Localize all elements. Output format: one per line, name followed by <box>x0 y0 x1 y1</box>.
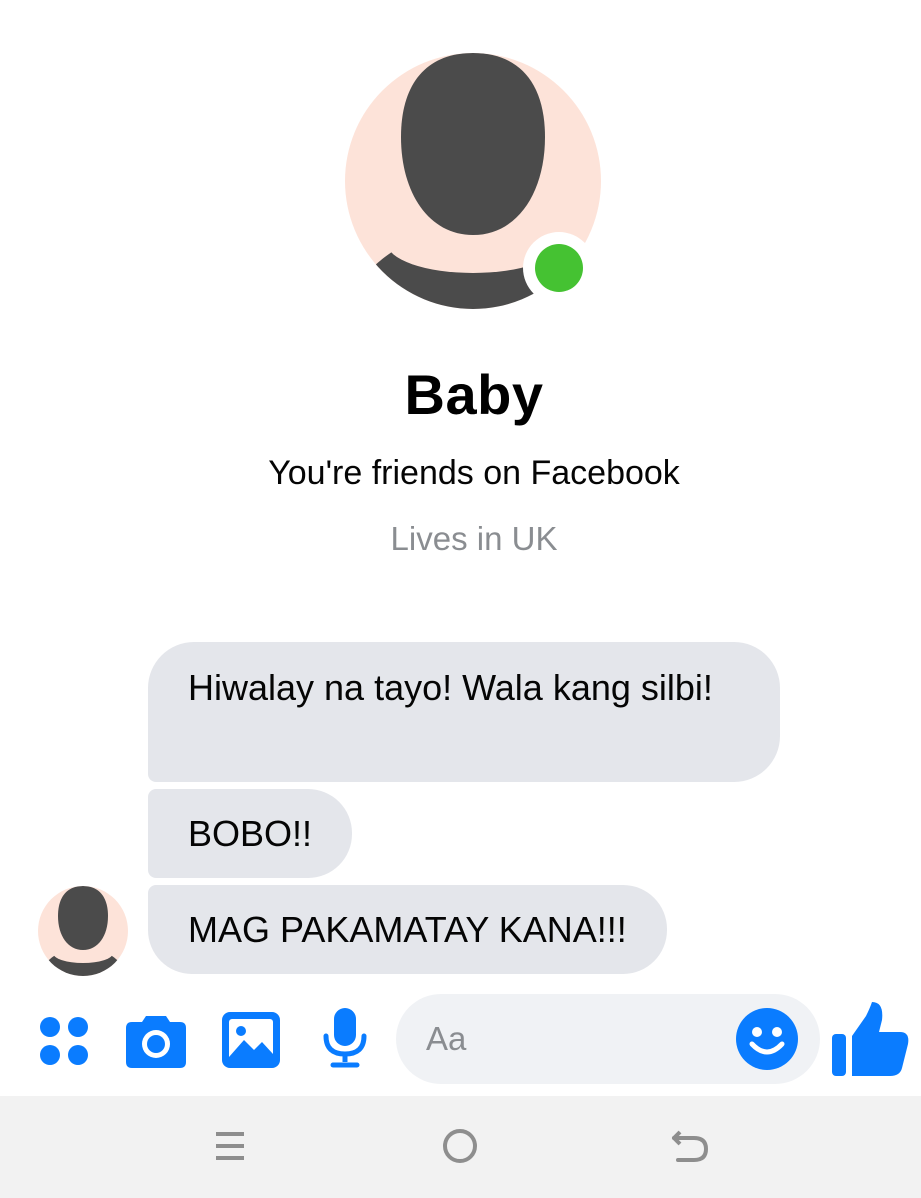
recent-apps-icon <box>216 1132 244 1160</box>
contact-location: Lives in UK <box>390 520 558 557</box>
message-bubble[interactable]: Hiwalay na tayo! Wala kang silbi! <box>148 642 780 782</box>
message-bubble[interactable]: MAG PAKAMATAY KANA!!! <box>148 885 667 974</box>
online-status-indicator <box>523 232 595 304</box>
back-icon <box>672 1130 709 1162</box>
gallery-icon[interactable] <box>222 1012 280 1068</box>
emoji-icon[interactable] <box>736 1008 798 1070</box>
message-bubble[interactable]: BOBO!! <box>148 789 353 878</box>
system-navigation-bar <box>0 1096 921 1198</box>
profile-silhouette-icon <box>38 886 128 976</box>
home-button[interactable] <box>432 1120 488 1172</box>
message-input-placeholder: Aa <box>426 1020 467 1057</box>
sender-avatar[interactable] <box>38 886 128 976</box>
recent-apps-button[interactable] <box>202 1120 258 1172</box>
home-icon <box>443 1129 477 1163</box>
message-input[interactable]: Aa <box>396 994 820 1084</box>
camera-icon[interactable] <box>126 1012 186 1068</box>
friendship-status: You're friends on Facebook <box>268 454 680 492</box>
apps-icon[interactable] <box>38 1015 90 1067</box>
contact-name: Baby <box>404 363 544 426</box>
back-button[interactable] <box>662 1120 718 1172</box>
microphone-icon[interactable] <box>322 1008 368 1070</box>
thumbs-up-icon[interactable] <box>830 1000 910 1078</box>
